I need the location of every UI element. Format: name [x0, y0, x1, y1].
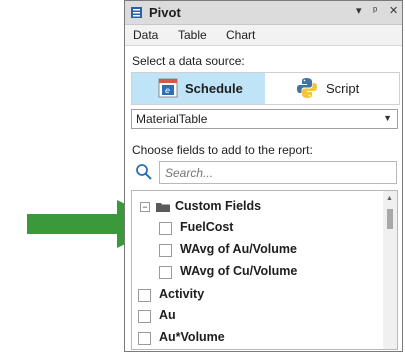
list-item-fuelcost[interactable]: FuelCost: [132, 219, 382, 239]
list-item-au[interactable]: Au: [132, 307, 382, 327]
group-label: Custom Fields: [175, 199, 262, 213]
menu-chart[interactable]: Chart: [226, 28, 255, 42]
list-item-wavg-cu-volume[interactable]: WAvg of Cu/Volume: [132, 263, 382, 283]
field-label: Activity: [159, 287, 205, 301]
fields-list: − Custom Fields FuelCost WAvg of Au/Volu…: [131, 190, 398, 350]
group-custom-fields[interactable]: − Custom Fields: [132, 198, 382, 218]
checkbox[interactable]: [138, 332, 151, 345]
scroll-up-arrow-icon[interactable]: ▲: [386, 195, 393, 202]
chevron-down-icon[interactable]: ▼: [383, 113, 392, 123]
data-source-toggle: e Schedule Script: [131, 72, 400, 105]
script-button[interactable]: Script: [266, 73, 399, 104]
close-icon[interactable]: ✕: [389, 4, 398, 18]
pin-icon[interactable]: ᵖ: [373, 4, 377, 18]
title-bar[interactable]: Pivot ▾ ᵖ ✕: [125, 1, 402, 25]
table-select[interactable]: MaterialTable ▼: [131, 109, 398, 129]
schedule-icon: e: [158, 78, 178, 98]
checkbox[interactable]: [159, 222, 172, 235]
python-icon: [297, 78, 317, 98]
checkbox[interactable]: [159, 266, 172, 279]
field-label: WAvg of Au/Volume: [180, 242, 297, 256]
field-label: Au: [159, 308, 176, 322]
checkbox[interactable]: [159, 244, 172, 257]
window-title: Pivot: [149, 5, 181, 20]
field-label: FuelCost: [180, 220, 234, 234]
menu-bar: Data Table Chart: [125, 25, 402, 46]
collapse-minus-icon[interactable]: −: [140, 202, 150, 212]
scrollbar[interactable]: ▲: [383, 191, 397, 349]
folder-icon: [156, 203, 170, 212]
svg-text:e: e: [165, 86, 170, 95]
screenshot-stage: Pivot ▾ ᵖ ✕ Data Table Chart Select a da…: [0, 0, 405, 355]
dropdown-chevron-icon[interactable]: ▾: [356, 4, 362, 18]
scroll-thumb[interactable]: [387, 209, 393, 229]
pivot-panel: Pivot ▾ ᵖ ✕ Data Table Chart Select a da…: [124, 0, 403, 352]
search-icon[interactable]: [135, 163, 153, 181]
search-box: [131, 161, 398, 185]
list-item-activity[interactable]: Activity: [132, 286, 382, 306]
menu-data[interactable]: Data: [133, 28, 158, 42]
menu-table[interactable]: Table: [178, 28, 207, 42]
checkbox[interactable]: [138, 289, 151, 302]
choose-fields-label: Choose fields to add to the report:: [132, 143, 313, 157]
list-item-au-volume[interactable]: Au*Volume: [132, 329, 382, 349]
schedule-button[interactable]: e Schedule: [132, 73, 265, 104]
list-item-wavg-au-volume[interactable]: WAvg of Au/Volume: [132, 241, 382, 261]
data-source-label: Select a data source:: [132, 54, 245, 68]
menu-lines-icon[interactable]: [131, 7, 142, 18]
schedule-label: Schedule: [185, 81, 243, 96]
checkbox[interactable]: [138, 310, 151, 323]
table-select-value: MaterialTable: [136, 112, 208, 126]
field-label: WAvg of Cu/Volume: [180, 264, 298, 278]
script-label: Script: [326, 81, 360, 96]
field-label: Au*Volume: [159, 330, 225, 344]
search-input[interactable]: [159, 161, 397, 184]
